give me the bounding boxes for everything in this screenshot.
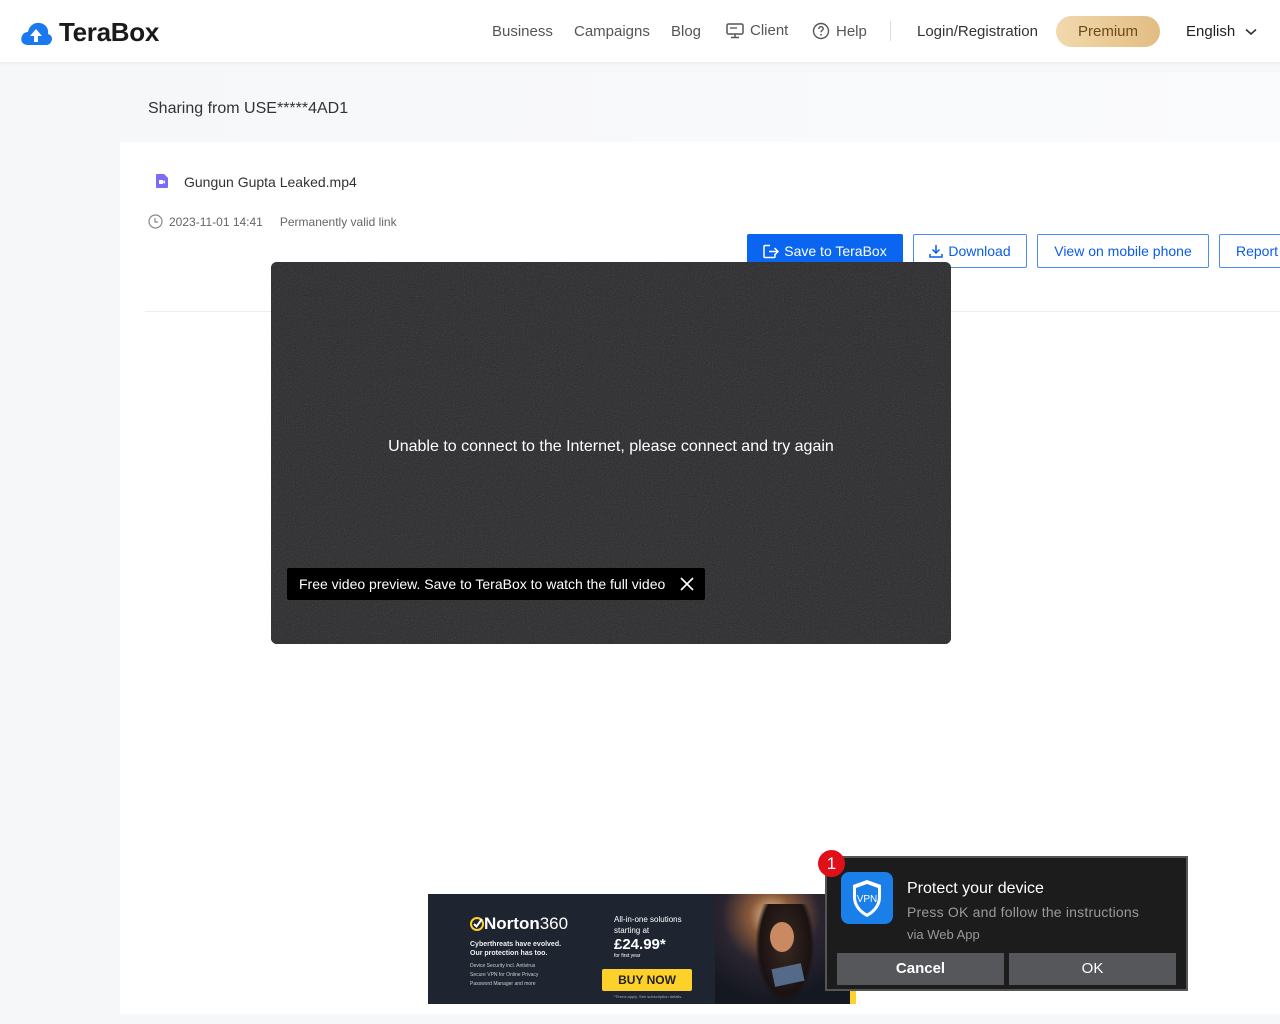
share-title: Sharing from USE*****4AD1	[148, 100, 349, 117]
popup-title: Protect your device	[907, 880, 1044, 897]
preview-tip-text: Free video preview. Save to TeraBox to w…	[299, 576, 666, 592]
nav-business[interactable]: Business	[492, 23, 553, 40]
report-button[interactable]: Report	[1219, 234, 1280, 268]
ad-photo-face	[770, 922, 794, 952]
cancel-button[interactable]: Cancel	[837, 953, 1004, 985]
vpn-icon-label: VPN	[857, 894, 878, 905]
save-label: Save to TeraBox	[784, 243, 887, 259]
share-header: Sharing from USE*****4AD1	[120, 72, 1280, 142]
top-header: TeraBox Business Campaigns Blog Client H…	[0, 0, 1280, 62]
video-player[interactable]: Unable to connect to the Internet, pleas…	[271, 262, 951, 644]
nav-help-label: Help	[836, 22, 867, 40]
ad-terms: *Terms apply. See subscription details.	[614, 994, 683, 999]
ad-feature-3: Password Manager and more	[470, 981, 536, 987]
nav-help[interactable]: Help	[812, 22, 867, 40]
share-date: 2023-11-01 14:41	[169, 214, 263, 229]
ad-left-panel: Norton 360 Cyberthreats have evolved. Our…	[428, 894, 578, 1004]
ad-photo-hair	[755, 904, 815, 1004]
language-label: English	[1186, 23, 1236, 40]
ad-offer: All-in-one solutions starting at £24.99*…	[614, 914, 714, 959]
cloud-upload-icon	[21, 22, 52, 45]
ad-feature-2: Secure VPN for Online Privacy	[470, 972, 539, 978]
help-circle-icon	[812, 22, 830, 40]
brand-name: TeraBox	[59, 17, 160, 47]
terabox-logo[interactable]: TeraBox	[19, 17, 159, 48]
login-registration-link[interactable]: Login/Registration	[917, 23, 1038, 40]
monitor-icon	[726, 22, 744, 38]
ad-accent	[850, 991, 856, 1004]
ad-offer-line-1: All-in-one solutions	[614, 915, 682, 924]
close-icon[interactable]	[679, 576, 695, 592]
link-validity: Permanently valid link	[279, 214, 397, 229]
file-name: Gungun Gupta Leaked.mp4	[184, 174, 357, 190]
save-export-icon	[763, 244, 780, 258]
premium-button[interactable]: Premium	[1056, 16, 1160, 47]
ad-price: £24.99*	[614, 936, 666, 953]
vpn-app-icon: VPN	[841, 872, 893, 924]
ad-offer-line-2: starting at	[614, 926, 650, 935]
popup-message: Press OK and follow the instructions	[907, 904, 1140, 920]
popup-source: via Web App	[907, 927, 980, 942]
norton-advertisement[interactable]: Norton 360 Cyberthreats have evolved. Our…	[428, 894, 856, 1004]
norton-check-icon	[470, 917, 484, 931]
chevron-down-icon	[1245, 28, 1257, 35]
ad-price-note: for first year	[614, 953, 641, 959]
vpn-shield-icon: VPN	[853, 880, 881, 917]
ad-feature-1: Device Security incl. Antivirus	[470, 963, 536, 969]
video-file-icon	[156, 174, 168, 188]
download-icon	[929, 245, 944, 258]
file-info-row: Gungun Gupta Leaked.mp4 2023-11-01 14:41…	[120, 142, 1280, 312]
view-on-mobile-button[interactable]: View on mobile phone	[1037, 234, 1209, 268]
download-label: Download	[948, 243, 1011, 259]
connection-error-message: Unable to connect to the Internet, pleas…	[388, 438, 834, 455]
norton-brand-suffix: 360	[539, 914, 569, 933]
norton-brand: Norton	[484, 914, 540, 933]
nav-client[interactable]: Client	[726, 22, 788, 39]
ok-button[interactable]: OK	[1009, 953, 1176, 985]
nav-client-label: Client	[750, 22, 789, 39]
ad-tagline-2: Our protection has too.	[470, 950, 548, 957]
nav-divider	[890, 21, 891, 41]
nav-blog[interactable]: Blog	[671, 23, 701, 40]
norton-logo: Norton 360	[470, 914, 578, 934]
clock-icon	[148, 214, 163, 229]
notification-badge: 1	[818, 850, 845, 877]
buy-now-button[interactable]: BUY NOW	[602, 969, 692, 991]
nav-campaigns[interactable]: Campaigns	[574, 23, 650, 40]
file-meta: 2023-11-01 14:41 Permanently valid link	[148, 214, 397, 229]
preview-tip: Free video preview. Save to TeraBox to w…	[287, 568, 706, 600]
language-selector[interactable]: English	[1186, 23, 1257, 40]
protect-device-popup: VPN Protect your device Press OK and fol…	[825, 856, 1188, 991]
ad-tagline-1: Cyberthreats have evolved.	[470, 941, 562, 948]
